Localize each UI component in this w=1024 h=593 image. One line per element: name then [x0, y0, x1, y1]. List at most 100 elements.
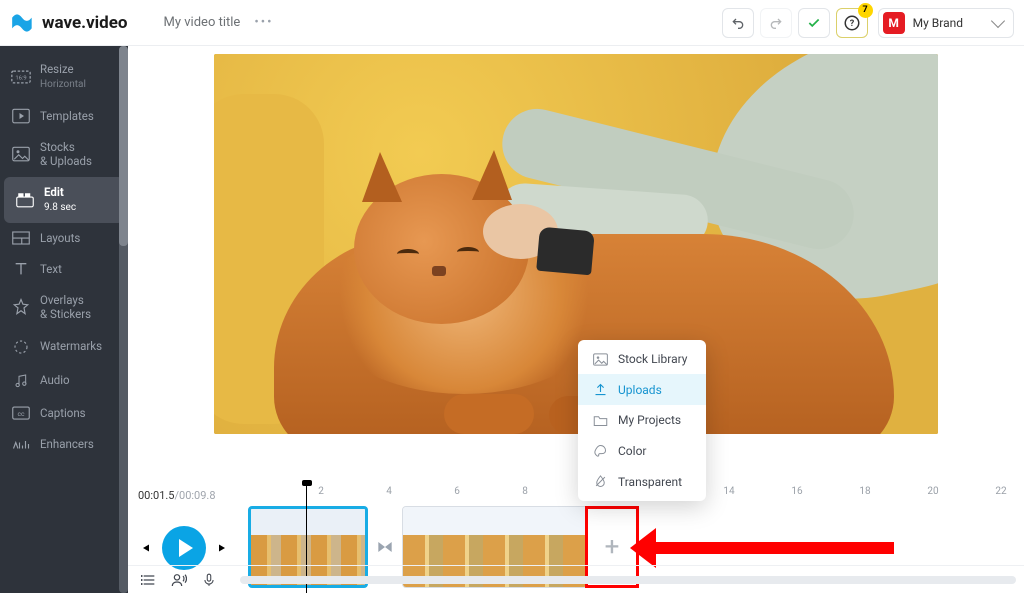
folder-icon — [590, 414, 610, 427]
ruler-tick: 14 — [723, 486, 734, 497]
popup-label: My Projects — [618, 413, 681, 427]
ruler-tick: 22 — [995, 486, 1006, 497]
sidebar-item-captions[interactable]: cc Captions — [0, 398, 128, 428]
overlays-icon — [10, 298, 32, 316]
sidebar-label: ResizeHorizontal — [40, 62, 86, 92]
color-icon — [590, 443, 610, 458]
popup-label: Transparent — [618, 475, 682, 489]
step-back-button[interactable] — [138, 541, 152, 555]
play-button[interactable] — [162, 526, 206, 570]
logo-text: wave.video — [42, 13, 128, 33]
microphone-button[interactable] — [196, 569, 222, 591]
undo-icon — [730, 15, 746, 31]
sidebar-label: Overlays & Stickers — [40, 293, 91, 322]
sidebar-label: Text — [40, 262, 62, 276]
help-icon: ? — [843, 14, 861, 32]
project-title[interactable]: My video title — [164, 15, 241, 30]
undo-button[interactable] — [722, 8, 754, 38]
video-preview[interactable] — [214, 54, 938, 434]
audio-icon — [10, 372, 32, 390]
plus-icon: + — [605, 532, 620, 562]
play-icon — [179, 539, 193, 557]
text-icon — [10, 261, 32, 277]
help-button[interactable]: ? 7 — [836, 8, 868, 38]
sidebar-item-watermarks[interactable]: Watermarks — [0, 330, 128, 364]
ruler-tick: 16 — [791, 486, 802, 497]
ruler-tick: 4 — [386, 486, 392, 497]
sidebar-label: Captions — [40, 406, 86, 420]
add-media-popup: Stock Library Uploads My Projects Color … — [578, 340, 706, 501]
approve-button[interactable] — [798, 8, 830, 38]
upload-icon — [590, 382, 610, 397]
sidebar-item-resize[interactable]: 16:9 ResizeHorizontal — [0, 54, 128, 100]
sidebar-label: Stocks & Uploads — [40, 140, 92, 169]
sidebar-label: Enhancers — [40, 437, 94, 451]
list-icon — [141, 573, 157, 587]
svg-text:?: ? — [849, 19, 854, 29]
ruler-tick: 18 — [859, 486, 870, 497]
watermarks-icon — [10, 338, 32, 356]
sidebar-item-templates[interactable]: Templates — [0, 100, 128, 132]
brand-avatar: M — [883, 12, 905, 34]
sidebar-item-enhancers[interactable]: Enhancers — [0, 428, 128, 460]
templates-icon — [10, 108, 32, 124]
layouts-icon — [10, 231, 32, 245]
time-current: 00:01.5 — [138, 489, 174, 502]
annotation-arrow — [654, 542, 894, 554]
zoom-scrollbar[interactable] — [240, 576, 1016, 584]
step-forward-icon — [217, 542, 229, 554]
help-badge: 7 — [858, 3, 873, 18]
popup-label: Stock Library — [618, 352, 687, 366]
redo-button[interactable] — [760, 8, 792, 38]
wave-logo-icon — [10, 10, 36, 36]
time-readout: 00:01.5/00:09.8 — [138, 489, 216, 502]
svg-text:16:9: 16:9 — [15, 75, 26, 81]
sidebar-item-audio[interactable]: Audio — [0, 364, 128, 398]
list-view-button[interactable] — [136, 569, 162, 591]
sidebar-item-layouts[interactable]: Layouts — [0, 223, 128, 253]
ruler-tick: 6 — [454, 486, 460, 497]
sidebar-label: Layouts — [40, 231, 80, 245]
transition-button[interactable] — [372, 534, 398, 560]
svg-text:cc: cc — [17, 410, 25, 418]
sidebar-item-text[interactable]: Text — [0, 253, 128, 285]
resize-icon: 16:9 — [10, 70, 32, 84]
voiceover-button[interactable] — [166, 569, 192, 591]
sidebar-item-stocks[interactable]: Stocks & Uploads — [0, 132, 128, 177]
popup-label: Color — [618, 444, 646, 458]
popup-item-transparent[interactable]: Transparent — [578, 466, 706, 497]
brand-selector[interactable]: M My Brand — [878, 8, 1014, 38]
sidebar-label: Templates — [40, 109, 94, 123]
transparent-icon — [590, 474, 610, 489]
popup-item-uploads[interactable]: Uploads — [578, 374, 706, 405]
popup-item-my-projects[interactable]: My Projects — [578, 405, 706, 435]
ruler-tick: 20 — [927, 486, 938, 497]
chevron-down-icon — [991, 13, 1005, 27]
app-logo[interactable]: wave.video — [10, 10, 128, 36]
step-forward-button[interactable] — [216, 541, 230, 555]
time-total: /00:09.8 — [174, 489, 215, 502]
sidebar-item-edit[interactable]: Edit9.8 sec — [4, 177, 124, 223]
image-icon — [590, 353, 610, 366]
mic-icon — [202, 572, 216, 588]
ruler-tick: 8 — [522, 486, 528, 497]
enhancers-icon — [10, 436, 32, 452]
step-back-icon — [139, 542, 151, 554]
sidebar-label: Edit9.8 sec — [44, 185, 76, 215]
popup-label: Uploads — [618, 383, 662, 397]
sidebar-scrollbar-thumb[interactable] — [119, 46, 128, 246]
project-menu-button[interactable]: ••• — [254, 15, 273, 30]
edit-icon — [14, 192, 36, 208]
popup-item-stock-library[interactable]: Stock Library — [578, 344, 706, 374]
sidebar-label: Watermarks — [40, 339, 102, 353]
redo-icon — [768, 15, 784, 31]
check-icon — [807, 16, 821, 30]
tool-sidebar: 16:9 ResizeHorizontal Templates Stocks &… — [0, 46, 128, 593]
popup-item-color[interactable]: Color — [578, 435, 706, 466]
sidebar-label: Audio — [40, 373, 70, 387]
captions-icon: cc — [10, 406, 32, 420]
brand-label: My Brand — [913, 16, 963, 30]
sidebar-item-overlays[interactable]: Overlays & Stickers — [0, 285, 128, 330]
stocks-icon — [10, 146, 32, 162]
person-voice-icon — [171, 572, 187, 588]
